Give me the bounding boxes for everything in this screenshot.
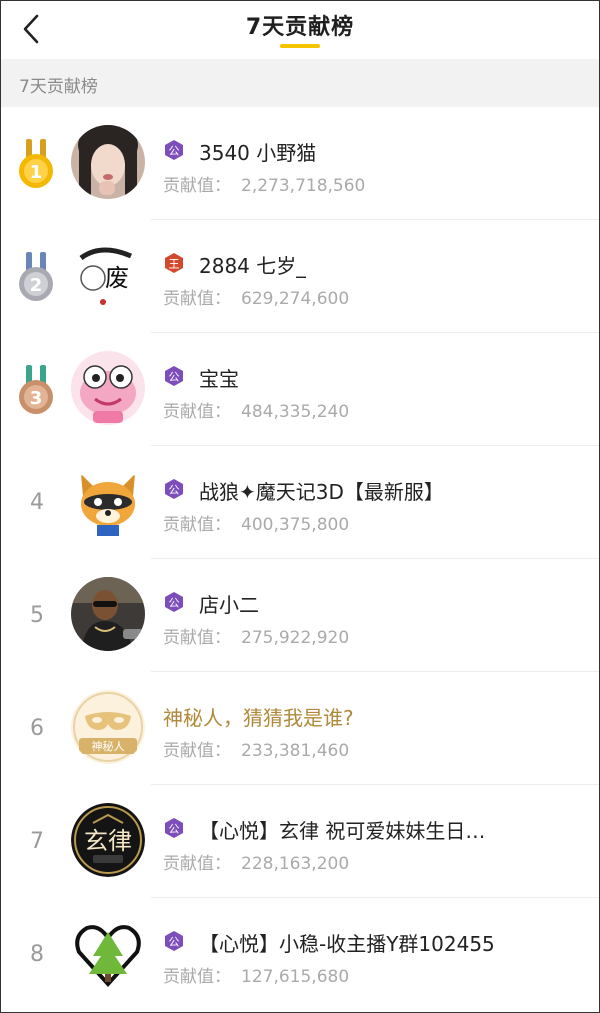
contribution-label: 贡献值： xyxy=(163,967,231,987)
section-header: 7天贡献榜 xyxy=(1,59,599,107)
contribution-value: 贡献值： 228,163,200 xyxy=(163,849,349,874)
leaderboard-row[interactable]: 3 公 宝宝 贡献值： 484,335,240 xyxy=(1,333,599,446)
contribution-value: 贡献值： 629,274,600 xyxy=(163,284,349,309)
svg-text:公: 公 xyxy=(169,371,180,384)
guild-badge-icon: 公 xyxy=(165,818,183,838)
silver-medal-icon: 2 xyxy=(19,252,53,301)
contribution-amount: 484,335,240 xyxy=(241,402,350,422)
rank-number: 8 xyxy=(30,942,44,967)
svg-text:废: 废 xyxy=(105,264,129,292)
svg-text:公: 公 xyxy=(169,597,180,610)
contribution-amount: 400,375,800 xyxy=(241,515,350,535)
leaderboard-row[interactable]: 2 废 王 2884 七岁_ 贡献值： 629,274,600 xyxy=(1,220,599,333)
contribution-value: 贡献值： 233,381,460 xyxy=(163,736,349,761)
header-bar: 7天贡献榜 xyxy=(1,1,599,59)
user-name: 3540 小野猫 xyxy=(199,141,317,165)
rank-number: 4 xyxy=(30,490,44,515)
king-badge-icon: 王 xyxy=(165,253,183,273)
leaderboard-row[interactable]: 7 玄律 公 【心悦】玄律 祝可爱妹妹生日… 贡献值： 228,163,200 xyxy=(1,785,599,898)
contribution-label: 贡献值： xyxy=(163,741,231,761)
user-avatar[interactable] xyxy=(71,351,145,425)
svg-text:王: 王 xyxy=(169,258,180,271)
svg-text:神秘人: 神秘人 xyxy=(92,739,125,753)
rank-number: 6 xyxy=(30,716,44,741)
leaderboard-list: 1 公 3540 小野猫 贡献值： 2,273,718,560 2 废 王 28… xyxy=(1,107,599,1011)
rank-number: 5 xyxy=(30,603,44,628)
contribution-value: 贡献值： 275,922,920 xyxy=(163,623,349,648)
svg-text:2: 2 xyxy=(30,275,43,296)
section-label: 7天贡献榜 xyxy=(19,77,98,97)
user-name: 2884 七岁_ xyxy=(199,254,307,278)
guild-badge-icon: 公 xyxy=(165,931,183,951)
gold-medal-icon: 1 xyxy=(19,139,53,188)
svg-text:公: 公 xyxy=(169,145,180,158)
svg-text:公: 公 xyxy=(169,936,180,949)
contribution-label: 贡献值： xyxy=(163,854,231,874)
user-avatar[interactable] xyxy=(71,464,145,538)
leaderboard-row[interactable]: 8 公 【心悦】小稳-收主播Y群102455 贡献值： 127,615,680 xyxy=(1,898,599,1011)
mystery-avatar[interactable]: 神秘人 xyxy=(71,690,145,764)
contribution-value: 贡献值： 2,273,718,560 xyxy=(163,171,365,196)
guild-badge-icon: 公 xyxy=(165,366,183,386)
user-name: 宝宝 xyxy=(199,367,239,391)
leaderboard-row[interactable]: 5 公 店小二 贡献值： 275,922,920 xyxy=(1,559,599,672)
svg-text:玄律: 玄律 xyxy=(84,827,132,855)
user-name: 战狼✦魔天记3D【最新服】 xyxy=(199,480,444,504)
user-name: 神秘人，猜猜我是谁? xyxy=(163,706,354,730)
contribution-label: 贡献值： xyxy=(163,628,231,648)
guild-badge-icon: 公 xyxy=(165,140,183,160)
contribution-amount: 228,163,200 xyxy=(241,854,350,874)
bronze-medal-icon: 3 xyxy=(19,365,53,414)
user-avatar[interactable]: 废 xyxy=(71,238,145,312)
contribution-label: 贡献值： xyxy=(163,515,231,535)
user-name: 【心悦】玄律 祝可爱妹妹生日… xyxy=(199,819,486,843)
contribution-amount: 275,922,920 xyxy=(241,628,350,648)
title-underline xyxy=(280,44,320,48)
guild-badge-icon: 公 xyxy=(165,479,183,499)
contribution-label: 贡献值： xyxy=(163,176,231,196)
contribution-amount: 629,274,600 xyxy=(241,289,350,309)
user-name: 【心悦】小稳-收主播Y群102455 xyxy=(199,932,495,956)
contribution-label: 贡献值： xyxy=(163,289,231,309)
contribution-label: 贡献值： xyxy=(163,402,231,422)
svg-text:3: 3 xyxy=(30,388,43,409)
contribution-value: 贡献值： 400,375,800 xyxy=(163,510,349,535)
user-avatar[interactable] xyxy=(71,916,145,990)
leaderboard-row[interactable]: 6 神秘人 神秘人，猜猜我是谁? 贡献值： 233,381,460 xyxy=(1,672,599,785)
user-name: 店小二 xyxy=(199,593,259,617)
contribution-value: 贡献值： 127,615,680 xyxy=(163,962,349,987)
leaderboard-row[interactable]: 4 公 战狼✦魔天记3D【最新服】 贡献值： 400,375,800 xyxy=(1,446,599,559)
user-avatar[interactable] xyxy=(71,577,145,651)
contribution-value: 贡献值： 484,335,240 xyxy=(163,397,349,422)
leaderboard-row[interactable]: 1 公 3540 小野猫 贡献值： 2,273,718,560 xyxy=(1,107,599,220)
svg-text:1: 1 xyxy=(30,162,43,183)
user-avatar[interactable] xyxy=(71,125,145,199)
rank-number: 7 xyxy=(30,829,44,854)
contribution-amount: 127,615,680 xyxy=(241,967,350,987)
svg-text:公: 公 xyxy=(169,823,180,836)
contribution-amount: 2,273,718,560 xyxy=(241,176,366,196)
contribution-amount: 233,381,460 xyxy=(241,741,350,761)
user-avatar[interactable]: 玄律 xyxy=(71,803,145,877)
guild-badge-icon: 公 xyxy=(165,592,183,612)
page-title: 7天贡献榜 xyxy=(245,15,355,40)
svg-text:公: 公 xyxy=(169,484,180,497)
